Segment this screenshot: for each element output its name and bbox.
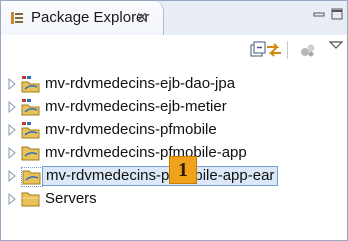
maven-project-icon <box>21 76 40 93</box>
maven-project-icon <box>21 122 40 139</box>
expand-arrow-icon[interactable] <box>7 78 17 90</box>
tree-item-label: Servers <box>45 190 97 207</box>
tree-item[interactable]: mv-rdvmedecins-ejb-dao-jpa <box>1 73 347 95</box>
tree-item-label: mv-rdvmedecins-pfmobile-app-ear <box>42 166 279 186</box>
folder-project-icon <box>21 146 40 161</box>
expand-arrow-icon[interactable] <box>7 101 17 113</box>
package-explorer-view: Package Explorer ✕ mv-rdvmedecins-ejb-da… <box>0 0 348 241</box>
expand-arrow-icon[interactable] <box>7 193 17 205</box>
view-tab-bar: Package Explorer ✕ <box>1 1 347 35</box>
minimize-icon[interactable] <box>313 8 325 20</box>
view-toolbar <box>1 35 347 65</box>
maven-project-icon <box>21 99 40 116</box>
tab-package-explorer[interactable]: Package Explorer ✕ <box>1 1 164 35</box>
expand-arrow-icon[interactable] <box>7 124 17 136</box>
tab-label: Package Explorer <box>31 9 150 26</box>
folder-icon <box>21 192 40 207</box>
tree-item-label: mv-rdvmedecins-ejb-metier <box>45 98 227 115</box>
expand-arrow-icon[interactable] <box>7 170 17 182</box>
view-menu-icon[interactable] <box>327 37 345 55</box>
expand-arrow-icon[interactable] <box>7 147 17 159</box>
tree-item[interactable]: Servers <box>1 188 347 210</box>
annotation-badge: 1 <box>169 156 197 184</box>
package-explorer-icon <box>11 12 23 24</box>
toolbar-separator <box>287 41 288 59</box>
close-icon[interactable]: ✕ <box>136 9 148 25</box>
tree-item-label: mv-rdvmedecins-pfmobile <box>45 121 217 138</box>
tree-item-label: mv-rdvmedecins-ejb-dao-jpa <box>45 75 236 92</box>
tree-item[interactable]: mv-rdvmedecins-pfmobile <box>1 119 347 141</box>
folder-project-icon <box>21 167 43 187</box>
tree-item-label: mv-rdvmedecins-pfmobile-app <box>45 144 247 161</box>
link-with-editor-icon[interactable] <box>265 41 283 59</box>
tree-item[interactable]: mv-rdvmedecins-ejb-metier <box>1 96 347 118</box>
maximize-icon[interactable] <box>331 8 343 20</box>
focus-on-active-task-icon[interactable] <box>299 41 317 59</box>
